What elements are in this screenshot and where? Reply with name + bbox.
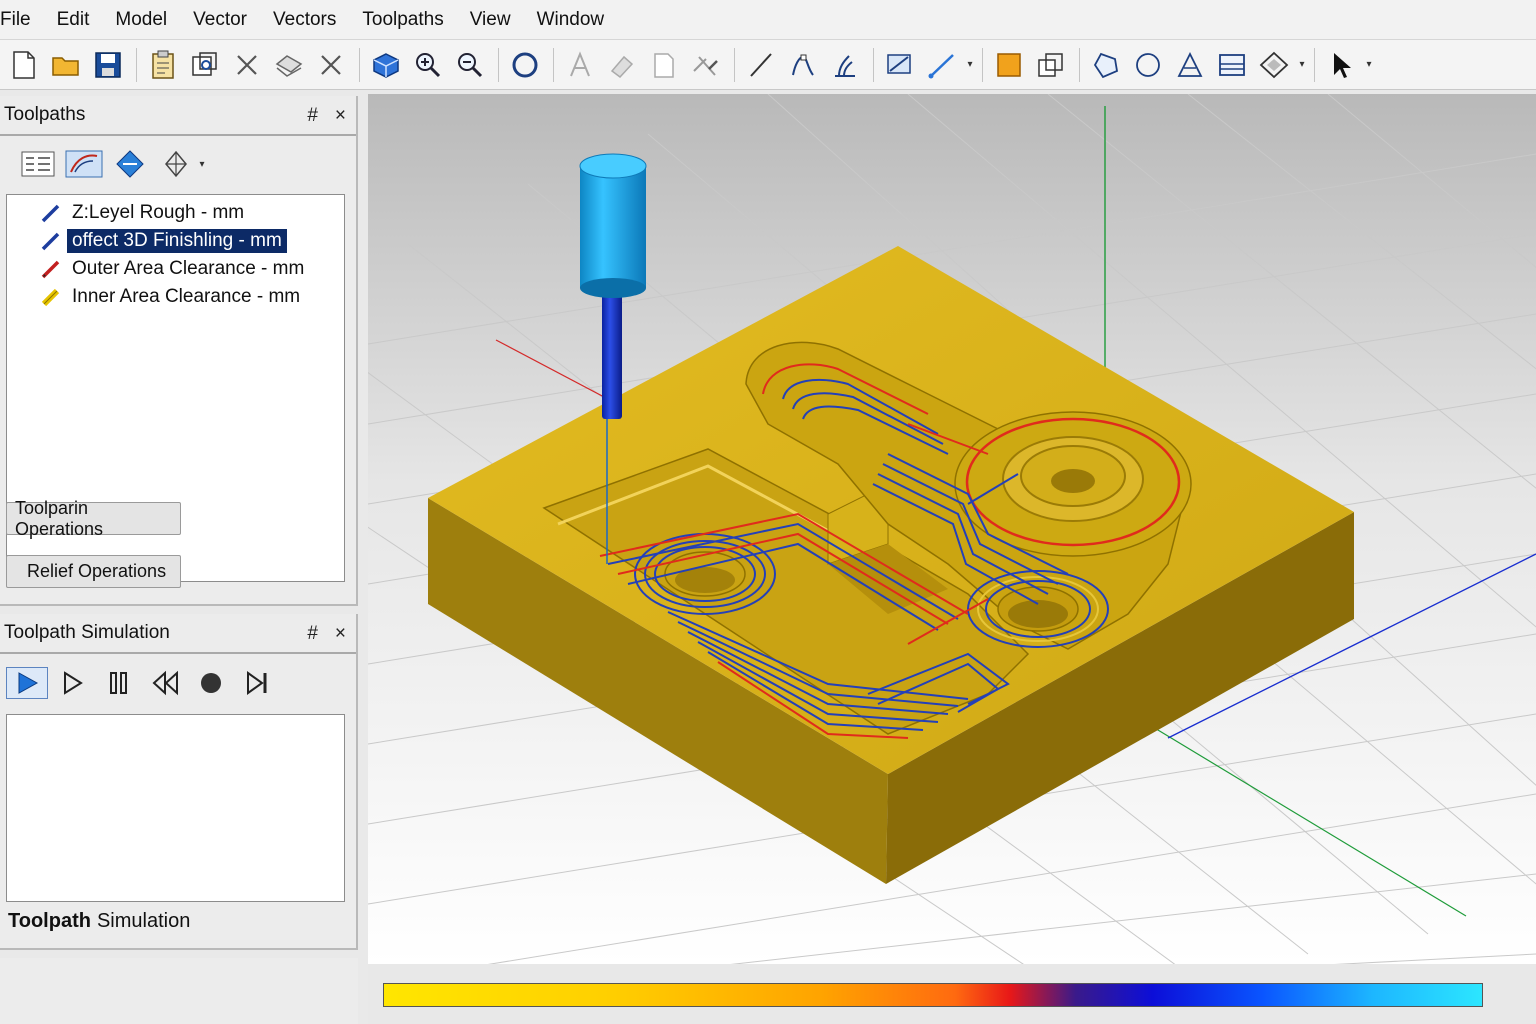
- toolpaths-panel-toolbar: ▾: [0, 136, 356, 192]
- draw-line-icon[interactable]: [922, 45, 962, 85]
- toolbar-separator: [136, 47, 137, 82]
- polygon-icon[interactable]: [1086, 45, 1126, 85]
- 3d-view-icon[interactable]: [366, 45, 406, 85]
- pencil-icon: [41, 260, 60, 279]
- node-edit-icon[interactable]: [783, 45, 823, 85]
- toolpath-simulation-panel: Toolpath Simulation # × Toolpath Simulati…: [0, 614, 358, 950]
- line-icon[interactable]: [741, 45, 781, 85]
- material-setup-icon[interactable]: [110, 147, 150, 181]
- open-folder-icon[interactable]: [46, 45, 86, 85]
- copy-icon[interactable]: [269, 45, 309, 85]
- menu-edit[interactable]: Edit: [44, 0, 103, 40]
- zoom-in-icon[interactable]: [408, 45, 448, 85]
- circle-icon[interactable]: [505, 45, 545, 85]
- toolpath-list-icon[interactable]: [18, 147, 58, 181]
- eraser-icon[interactable]: [602, 45, 642, 85]
- simulation-footer-text: Simulation: [96, 910, 191, 932]
- copy-shape-icon[interactable]: [1031, 45, 1071, 85]
- toolpaths-panel: Toolpaths # × ▾ Z:Leyel Rough - mm offec…: [0, 96, 358, 606]
- menu-toolpaths[interactable]: Toolpaths: [349, 0, 456, 40]
- simulation-panel-header: Toolpath Simulation # ×: [0, 614, 356, 654]
- panel-title: Toolpath Simulation: [4, 622, 170, 643]
- menu-bar: File Edit Model Vector Vectors Toolpaths…: [0, 0, 1536, 40]
- chevron-down-icon[interactable]: ▾: [964, 45, 976, 85]
- close-icon[interactable]: ×: [335, 623, 346, 645]
- simulation-footer: Toolpath Simulation: [8, 910, 190, 933]
- menu-window[interactable]: Window: [524, 0, 618, 40]
- 3d-viewport[interactable]: [368, 94, 1536, 964]
- pointer-icon[interactable]: [1321, 45, 1361, 85]
- close-icon[interactable]: ×: [335, 105, 346, 127]
- chevron-down-icon[interactable]: ▾: [1296, 45, 1308, 85]
- toolpath-item[interactable]: Inner Area Clearance - mm: [7, 283, 344, 311]
- menu-vectors[interactable]: Vectors: [260, 0, 349, 40]
- text-icon[interactable]: [560, 45, 600, 85]
- stop-icon[interactable]: [190, 667, 232, 699]
- save-icon[interactable]: [88, 45, 128, 85]
- relief-operations-button[interactable]: Relief Operations: [6, 555, 181, 588]
- image-icon[interactable]: [1212, 45, 1252, 85]
- left-hole: [634, 533, 776, 615]
- simulation-output-box: [6, 714, 345, 902]
- main-toolbar: ▾ ▾ ▾: [0, 40, 1536, 90]
- simulation-controls: [0, 654, 356, 712]
- square-icon[interactable]: [989, 45, 1029, 85]
- delete-icon[interactable]: [311, 45, 351, 85]
- toolpath-item[interactable]: Outer Area Clearance - mm: [7, 255, 344, 283]
- pin-icon[interactable]: #: [307, 623, 318, 645]
- pencil-icon: [41, 288, 60, 307]
- page-icon[interactable]: [644, 45, 684, 85]
- toolbar-separator: [1079, 47, 1080, 82]
- toolbar-separator: [553, 47, 554, 82]
- toolbar-separator: [498, 47, 499, 82]
- play-outline-icon[interactable]: [52, 667, 94, 699]
- menu-file[interactable]: File: [0, 0, 44, 40]
- clipboard-icon[interactable]: [143, 45, 183, 85]
- new-file-icon[interactable]: [4, 45, 44, 85]
- toolpath-operations-button[interactable]: Toolparin Operations: [6, 498, 181, 539]
- toolpath-item[interactable]: Z:Leyel Rough - mm: [7, 199, 344, 227]
- transform-icon[interactable]: [880, 45, 920, 85]
- play-icon[interactable]: [6, 667, 48, 699]
- menu-model[interactable]: Model: [102, 0, 180, 40]
- cut-icon[interactable]: [227, 45, 267, 85]
- left-panel-bottom: [0, 958, 358, 1024]
- toolbar-separator: [873, 47, 874, 82]
- star-icon[interactable]: [1170, 45, 1210, 85]
- move-toolpath-icon[interactable]: [156, 147, 196, 181]
- trim-icon[interactable]: [686, 45, 726, 85]
- toolbar-separator: [982, 47, 983, 82]
- menu-vector[interactable]: Vector: [180, 0, 260, 40]
- toolpath-preview-icon[interactable]: [64, 147, 104, 181]
- toolbar-separator: [359, 47, 360, 82]
- pencil-icon: [41, 232, 60, 251]
- menu-view[interactable]: View: [457, 0, 524, 40]
- pause-icon[interactable]: [98, 667, 140, 699]
- toolbar-separator: [1314, 47, 1315, 82]
- simulation-footer-bold: Toolpath: [8, 910, 91, 932]
- toolpath-item-label: offect 3D Finishling - mm: [67, 229, 287, 253]
- chevron-down-icon[interactable]: ▾: [1363, 45, 1375, 85]
- ellipse-icon[interactable]: [1128, 45, 1168, 85]
- toolpaths-panel-header: Toolpaths # ×: [0, 96, 356, 136]
- panel-title: Toolpaths: [4, 104, 86, 125]
- depth-color-scale: [383, 983, 1483, 1007]
- pencil-icon: [41, 204, 60, 223]
- diamond-icon[interactable]: [1254, 45, 1294, 85]
- toolpath-item-label: Inner Area Clearance - mm: [72, 286, 301, 307]
- toolpath-item[interactable]: offect 3D Finishling - mm: [7, 227, 344, 255]
- chevron-down-icon[interactable]: ▾: [196, 144, 208, 184]
- toolpath-item-label: Outer Area Clearance - mm: [72, 258, 305, 279]
- toolbar-separator: [734, 47, 735, 82]
- 3d-scene: [368, 94, 1536, 964]
- offset-icon[interactable]: [825, 45, 865, 85]
- zoom-out-icon[interactable]: [450, 45, 490, 85]
- pin-icon[interactable]: #: [307, 105, 318, 127]
- rewind-icon[interactable]: [144, 667, 186, 699]
- skip-end-icon[interactable]: [236, 667, 278, 699]
- toolpath-item-label: Z:Leyel Rough - mm: [72, 202, 245, 223]
- import-icon[interactable]: [185, 45, 225, 85]
